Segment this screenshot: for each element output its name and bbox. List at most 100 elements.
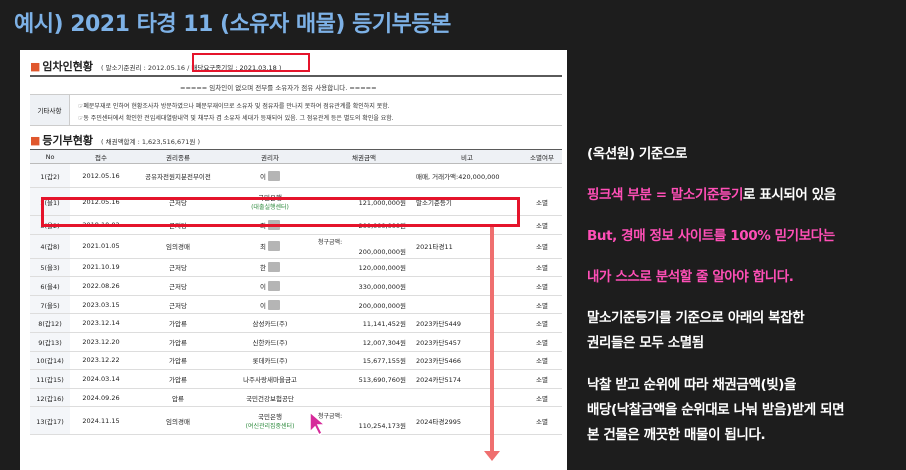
- cell-status: 소멸: [522, 295, 562, 315]
- cell-status: 소멸: [522, 215, 562, 235]
- cell-no: 13(갑17): [30, 406, 70, 436]
- etc-row: 기타사항 ☞폐문부재로 인하여 현황조사차 방문하였으나 폐문부재이므로 소유자…: [30, 94, 562, 126]
- explanation-line-6: 권리들은 모두 소멸됨: [587, 335, 704, 351]
- table-row: 1(갑2) 2012.05.16 공유자전원지분전부이전 이 매매, 거래가액:…: [30, 163, 562, 188]
- cell-type: 압류: [132, 388, 224, 408]
- cell-type: 가압류: [132, 351, 224, 371]
- cell-holder: 이: [224, 295, 316, 315]
- cell-status: 소멸: [522, 276, 562, 296]
- col-holder: 권리자: [224, 149, 316, 164]
- cell-status: 소멸: [522, 388, 562, 408]
- cell-date: 2023.12.20: [70, 332, 132, 352]
- cell-status: 소멸: [522, 234, 562, 259]
- bullet-icon: ■: [30, 60, 41, 73]
- cell-date: 2022.08.26: [70, 276, 132, 296]
- cell-status: 소멸: [522, 369, 562, 389]
- cell-note: [412, 295, 522, 315]
- cell-status: 소멸: [522, 187, 562, 216]
- distribution-deadline-highlight: [192, 53, 310, 72]
- table-header-row: No 접수 권리종류 권리자 채권금액 비고 소멸여부: [30, 149, 562, 164]
- explanation-line-2: 핑크색 부분 = 말소기준등기로 표시되어 있음: [587, 187, 836, 203]
- cell-type: 가압류: [132, 313, 224, 333]
- cell-no: 9(갑13): [30, 332, 70, 352]
- explanation-line-5: 말소기준등기를 기준으로 아래의 복잡한: [587, 310, 805, 326]
- cell-type: 근저당: [132, 258, 224, 278]
- cell-holder: 이: [224, 276, 316, 296]
- cell-no: 6(을4): [30, 276, 70, 296]
- cell-no: 4(갑8): [30, 234, 70, 259]
- registry-document: ■ 임차인현황( 말소기준권리 : 2012.05.16 / 배당요구종기일 : …: [20, 50, 567, 470]
- redacted-name: [267, 299, 280, 310]
- cell-note: 2021타경11: [412, 234, 522, 259]
- explanation-line-8: 배당(낙찰금액을 순위대로 나눠 받음)받게 되면: [587, 402, 845, 418]
- cell-amount: 12,007,304원: [316, 332, 412, 352]
- cell-date: 2024.11.15: [70, 406, 132, 436]
- cell-status: 소멸: [522, 313, 562, 333]
- cell-date: 2023.12.14: [70, 313, 132, 333]
- down-arrow-icon: [484, 451, 500, 461]
- cell-note: 2024카단5174: [412, 369, 522, 389]
- col-status: 소멸여부: [522, 149, 562, 164]
- explanation-line-3: But, 경매 정보 사이트를 100% 믿기보다는: [587, 228, 835, 244]
- cell-status: 소멸: [522, 351, 562, 371]
- explanation-line-7: 낙찰 받고 순위에 따라 채권금액(빚)을: [587, 377, 797, 393]
- cell-amount: 330,000,000원: [316, 276, 412, 296]
- cell-date: 2023.12.22: [70, 351, 132, 371]
- explanation-line-4: 내가 스스로 분석할 줄 알아야 합니다.: [587, 269, 794, 285]
- cell-no: 12(갑16): [30, 388, 70, 408]
- table-row: 6(을4) 2022.08.26 근저당 이 330,000,000원 소멸: [30, 276, 562, 296]
- section-divider: [30, 75, 562, 77]
- cell-holder: 롯데카드(주): [224, 351, 316, 371]
- explanation-line-9: 본 건물은 깨끗한 매물이 됩니다.: [587, 427, 766, 443]
- cell-amount: 청구금액: 200,000,000원: [316, 234, 412, 259]
- registry-section-heading: ■ 등기부현황( 채권액합계 : 1,623,516,671원 ): [30, 134, 200, 147]
- cell-status: [522, 163, 562, 188]
- cell-holder: 국민은행 (여신관리집중센터): [224, 406, 316, 436]
- col-amount: 채권금액: [316, 149, 412, 164]
- cell-status: 소멸: [522, 332, 562, 352]
- cell-note: 2023카단5466: [412, 351, 522, 371]
- redacted-name: [267, 280, 280, 291]
- table-row: 13(갑17) 2024.11.15 임의경매 국민은행 (여신관리집중센터) 청…: [30, 406, 562, 436]
- etc-line: ☞동 주민센터에서 확인한 전입세대열람내역 및 채무자 겸 소유자 세대가 등…: [78, 115, 394, 122]
- col-note: 비고: [412, 149, 522, 164]
- cell-holder: 국민건강보험공단: [224, 388, 316, 408]
- cell-no: 1(갑2): [30, 163, 70, 188]
- table-row: 8(갑12) 2023.12.14 가압류 삼성카드(주) 11,141,452…: [30, 313, 562, 333]
- cell-amount: 15,677,155원: [316, 351, 412, 371]
- cell-date: 2021.01.05: [70, 234, 132, 259]
- cell-amount: 11,141,452원: [316, 313, 412, 333]
- cell-no: 8(갑12): [30, 313, 70, 333]
- col-date: 접수: [70, 149, 132, 164]
- cell-amount: 513,690,760원: [316, 369, 412, 389]
- cell-date: 2021.10.19: [70, 258, 132, 278]
- cell-holder: 나주사랑새마을금고: [224, 369, 316, 389]
- bullet-icon: ■: [30, 134, 41, 147]
- cell-status: 소멸: [522, 406, 562, 436]
- cell-type: 가압류: [132, 332, 224, 352]
- cell-type: 임의경매: [132, 406, 224, 436]
- cell-date: 2024.09.26: [70, 388, 132, 408]
- cell-date: 2023.03.15: [70, 295, 132, 315]
- cell-note: [412, 388, 522, 408]
- cell-amount: 120,000,000원: [316, 258, 412, 278]
- slide-title: 예시) 2021 타경 11 (소유자 매물) 등기부등본: [14, 12, 451, 37]
- cell-type: 공유자전원지분전부이전: [132, 163, 224, 188]
- cell-type: 가압류: [132, 369, 224, 389]
- cell-note: 2024타경2995: [412, 406, 522, 436]
- cell-note: 2023카단5457: [412, 332, 522, 352]
- table-row: 4(갑8) 2021.01.05 임의경매 최 청구금액: 200,000,000…: [30, 234, 562, 259]
- cell-status: 소멸: [522, 258, 562, 278]
- table-row: 12(갑16) 2024.09.26 압류 국민건강보험공단 소멸: [30, 388, 562, 408]
- table-row: 9(갑13) 2023.12.20 가압류 신한카드(주) 12,007,304…: [30, 332, 562, 352]
- baseline-registration-highlight: [41, 197, 520, 227]
- cell-no: 10(갑14): [30, 351, 70, 371]
- explanation-line-1: (옥션원) 기준으로: [587, 146, 687, 162]
- cell-type: 근저당: [132, 295, 224, 315]
- cell-no: 5(을3): [30, 258, 70, 278]
- col-no: No: [30, 149, 70, 164]
- cell-holder: 이: [224, 163, 316, 188]
- table-row: 7(을5) 2023.03.15 근저당 이 200,000,000원 소멸: [30, 295, 562, 315]
- down-arrow-shaft: [490, 227, 494, 453]
- lease-notice: ===== 임차인이 없으며 전부를 소유자가 점유 사용합니다. =====: [180, 84, 377, 92]
